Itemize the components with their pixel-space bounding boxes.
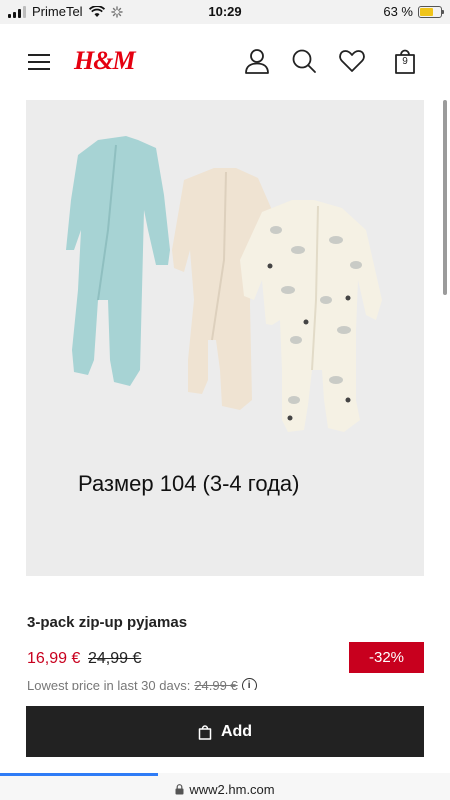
- bag-icon: [198, 724, 212, 740]
- lock-icon: [175, 784, 184, 795]
- url-text: www2.hm.com: [189, 782, 275, 797]
- browser-address-bar[interactable]: www2.hm.com: [0, 773, 450, 800]
- product-image[interactable]: Размер 104 (3-4 года): [26, 100, 424, 576]
- original-price: 24,99 €: [88, 650, 142, 667]
- cart-button[interactable]: 9: [391, 47, 419, 75]
- url-display[interactable]: www2.hm.com: [0, 782, 450, 797]
- page-load-progress: [0, 773, 158, 776]
- battery-level: [420, 7, 433, 16]
- battery-info: 63 %: [383, 4, 444, 19]
- account-icon[interactable]: [243, 47, 271, 75]
- bag-count: 9: [402, 56, 408, 67]
- search-icon[interactable]: [290, 47, 318, 75]
- add-button-label: Add: [220, 722, 253, 740]
- pyjamas-illustration: [66, 136, 382, 432]
- site-header: H&M 9: [0, 24, 450, 98]
- battery-percent: 63 %: [383, 4, 413, 19]
- battery-icon: [418, 5, 444, 18]
- menu-icon[interactable]: [28, 54, 50, 70]
- size-overlay-text: Размер 104 (3-4 года): [78, 471, 300, 496]
- status-bar: PrimeTel 10:29 63 %: [0, 0, 450, 24]
- add-to-bag-bar: Add: [0, 690, 450, 773]
- sale-price: 16,99 €: [27, 650, 81, 667]
- image-scrollbar[interactable]: [443, 100, 447, 295]
- heart-icon[interactable]: [338, 47, 366, 75]
- product-title: 3-pack zip-up pyjamas: [27, 614, 188, 631]
- add-button[interactable]: Add: [26, 706, 424, 757]
- discount-badge: -32%: [349, 642, 424, 673]
- hm-logo[interactable]: H&M: [74, 46, 136, 76]
